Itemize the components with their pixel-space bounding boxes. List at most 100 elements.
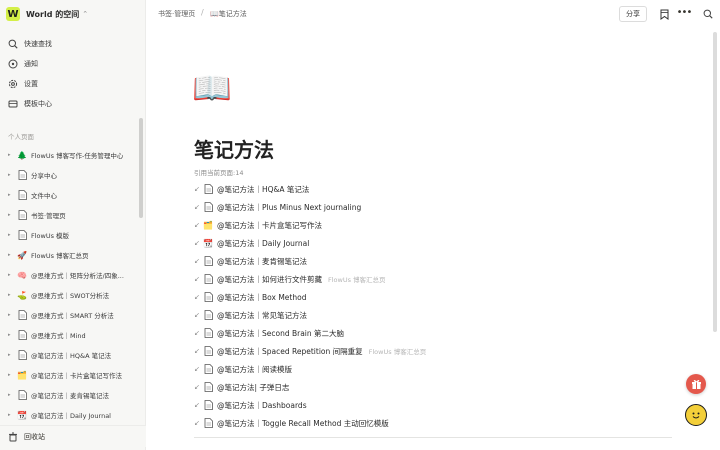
nav-quick-find[interactable]: 快速查找: [0, 34, 146, 54]
backlink-parent-page: FlowUs 博客汇总页: [328, 276, 386, 284]
backlink-arrow-icon: ↙: [194, 185, 200, 193]
expand-triangle-icon[interactable]: ▸: [8, 392, 17, 398]
expand-triangle-icon[interactable]: ▸: [8, 272, 17, 278]
nav-label: 模板中心: [24, 100, 52, 108]
search-icon[interactable]: [702, 8, 714, 20]
document-icon: [203, 256, 213, 266]
book-icon: 📖: [210, 10, 219, 18]
help-assistant-button[interactable]: [685, 404, 707, 426]
sidebar-page-label: 分享中心: [31, 172, 57, 180]
backlink-item[interactable]: ↙ @笔记方法｜常见笔记方法: [194, 306, 674, 324]
page-emoji-icon: 📆: [17, 410, 27, 420]
sidebar-page-label: FlowUs 模版: [31, 232, 70, 240]
sidebar-page-label: FlowUs 博客写作-任务管理中心: [31, 152, 124, 160]
page-emoji-icon: ⛳: [17, 290, 27, 300]
backlink-item[interactable]: ↙ @笔记方法｜麦肯锡笔记法: [194, 252, 674, 270]
trash-icon: [9, 432, 17, 441]
backlink-item[interactable]: ↙ 🗂️ @笔记方法｜卡片盒笔记写作法: [194, 216, 674, 234]
sidebar-page-item[interactable]: ▸ @思维方式｜SMART 分析法: [0, 305, 140, 325]
workspace-logo: W: [6, 7, 20, 21]
section-label-personal: 个人页面: [8, 133, 34, 141]
breadcrumb-parent[interactable]: 书签·管理页: [158, 9, 195, 19]
expand-triangle-icon[interactable]: ▸: [8, 412, 17, 418]
document-icon: [17, 350, 27, 360]
page-book-icon[interactable]: 📖: [192, 68, 232, 108]
search-icon: [8, 39, 18, 49]
expand-triangle-icon[interactable]: ▸: [8, 332, 17, 338]
backlink-arrow-icon: ↙: [194, 221, 200, 229]
sidebar-page-label: @思维方式｜SWOT分析法: [31, 292, 110, 300]
backlink-item[interactable]: ↙ @笔记方法｜Spaced Repetition 间隔重复 FlowUs 博客汇总…: [194, 342, 674, 360]
backlink-item[interactable]: ↙ @笔记方法｜Dashboards: [194, 396, 674, 414]
document-icon: [203, 310, 213, 320]
backlink-arrow-icon: ↙: [194, 275, 200, 283]
expand-triangle-icon[interactable]: ▸: [8, 292, 17, 298]
sidebar-page-item[interactable]: ▸ 书签·管理页: [0, 205, 140, 225]
expand-triangle-icon[interactable]: ▸: [8, 152, 17, 158]
backlink-title: @笔记方法｜Second Brain 第二大脑: [217, 328, 345, 338]
backlink-item[interactable]: ↙ @笔记方法｜Box Method: [194, 288, 674, 306]
smiley-icon: [692, 412, 700, 419]
sidebar-page-item[interactable]: ▸ 🌲 FlowUs 博客写作-任务管理中心: [0, 145, 140, 165]
expand-triangle-icon[interactable]: ▸: [8, 232, 17, 238]
backlink-arrow-icon: ↙: [194, 365, 200, 373]
expand-triangle-icon[interactable]: ▸: [8, 352, 17, 358]
sidebar-page-item[interactable]: ▸ 🗂️ @笔记方法｜卡片盒笔记写作法: [0, 365, 140, 385]
more-options-icon[interactable]: •••: [677, 6, 693, 18]
expand-triangle-icon[interactable]: ▸: [8, 192, 17, 198]
nav-notifications[interactable]: 通知: [0, 54, 146, 74]
backlink-title: @笔记方法｜Toggle Recall Method 主动回忆模版: [217, 418, 389, 428]
gift-button[interactable]: [686, 374, 706, 394]
backlink-item[interactable]: ↙ 📆 @笔记方法｜Daily Journal: [194, 234, 674, 252]
sidebar-page-item[interactable]: ▸ 分享中心: [0, 165, 140, 185]
sidebar-page-label: @笔记方法｜卡片盒笔记写作法: [31, 372, 122, 380]
backlink-title: @笔记方法｜如何进行文件剪藏: [217, 274, 322, 284]
backlink-title: @笔记方法｜Plus Minus Next journaling: [217, 202, 362, 212]
sidebar-page-item[interactable]: ▸ 🧠 @思维方式｜矩阵分析法/四象...: [0, 265, 140, 285]
backlink-arrow-icon: ↙: [194, 347, 200, 355]
page-emoji-icon: 🗂️: [203, 220, 213, 230]
trash-button[interactable]: 回收站: [0, 425, 146, 447]
backlink-title: @笔记方法｜Daily Journal: [217, 238, 310, 248]
expand-triangle-icon[interactable]: ▸: [8, 312, 17, 318]
gift-icon: [691, 379, 701, 389]
backlink-item[interactable]: ↙ @笔记方法｜Plus Minus Next journaling: [194, 198, 674, 216]
page-title[interactable]: 笔记方法: [194, 134, 274, 163]
sidebar-page-label: @思维方式｜矩阵分析法/四象...: [31, 272, 124, 280]
sidebar-page-item[interactable]: ▸ FlowUs 模版: [0, 225, 140, 245]
sidebar-page-item[interactable]: ▸ @笔记方法｜HQ&A 笔记法: [0, 345, 140, 365]
sidebar-page-item[interactable]: ▸ @笔记方法｜麦肯锡笔记法: [0, 385, 140, 405]
backlink-title: @笔记方法｜卡片盒笔记写作法: [217, 220, 322, 230]
sidebar-page-item[interactable]: ▸ 文件中心: [0, 185, 140, 205]
backlink-item[interactable]: ↙ @笔记方法｜HQ&A 笔记法: [194, 180, 674, 198]
bookmark-icon[interactable]: [658, 8, 670, 20]
backlink-item[interactable]: ↙ @笔记方法| 子弹日志: [194, 378, 674, 396]
sidebar-scrollbar[interactable]: [139, 118, 143, 218]
backlink-item[interactable]: ↙ @笔记方法｜如何进行文件剪藏 FlowUs 博客汇总页: [194, 270, 674, 288]
expand-triangle-icon[interactable]: ▸: [8, 372, 17, 378]
backlink-item[interactable]: ↙ @笔记方法｜阅读模版: [194, 360, 674, 378]
page-emoji-icon: 🚀: [17, 250, 27, 260]
backlink-item[interactable]: ↙ @笔记方法｜Toggle Recall Method 主动回忆模版: [194, 414, 674, 432]
document-icon: [17, 310, 27, 320]
sidebar-page-item[interactable]: ▸ @思维方式｜Mind: [0, 325, 140, 345]
nav-template-center[interactable]: 模板中心: [0, 94, 146, 114]
sidebar-page-item[interactable]: ▸ ⛳ @思维方式｜SWOT分析法: [0, 285, 140, 305]
sidebar-page-item[interactable]: ▸ 🚀 FlowUs 博客汇总页: [0, 245, 140, 265]
nav-settings[interactable]: 设置: [0, 74, 146, 94]
workspace-switcher[interactable]: W World 的空间 ⌃: [6, 5, 88, 23]
share-button[interactable]: 分享: [619, 6, 647, 22]
document-icon: [17, 330, 27, 340]
chevron-updown-icon: ⌃: [82, 10, 89, 18]
main-scrollbar[interactable]: [713, 32, 717, 332]
backlink-arrow-icon: ↙: [194, 257, 200, 265]
expand-triangle-icon[interactable]: ▸: [8, 172, 17, 178]
expand-triangle-icon[interactable]: ▸: [8, 212, 17, 218]
sidebar-page-label: 文件中心: [31, 192, 57, 200]
expand-triangle-icon[interactable]: ▸: [8, 252, 17, 258]
sidebar-page-item[interactable]: ▸ 📆 @笔记方法｜Daily Journal: [0, 405, 140, 425]
backlink-arrow-icon: ↙: [194, 419, 200, 427]
backlink-item[interactable]: ↙ @笔记方法｜Second Brain 第二大脑: [194, 324, 674, 342]
breadcrumb-current[interactable]: 📖笔记方法: [210, 9, 247, 19]
backlink-title: @笔记方法｜Box Method: [217, 292, 307, 302]
